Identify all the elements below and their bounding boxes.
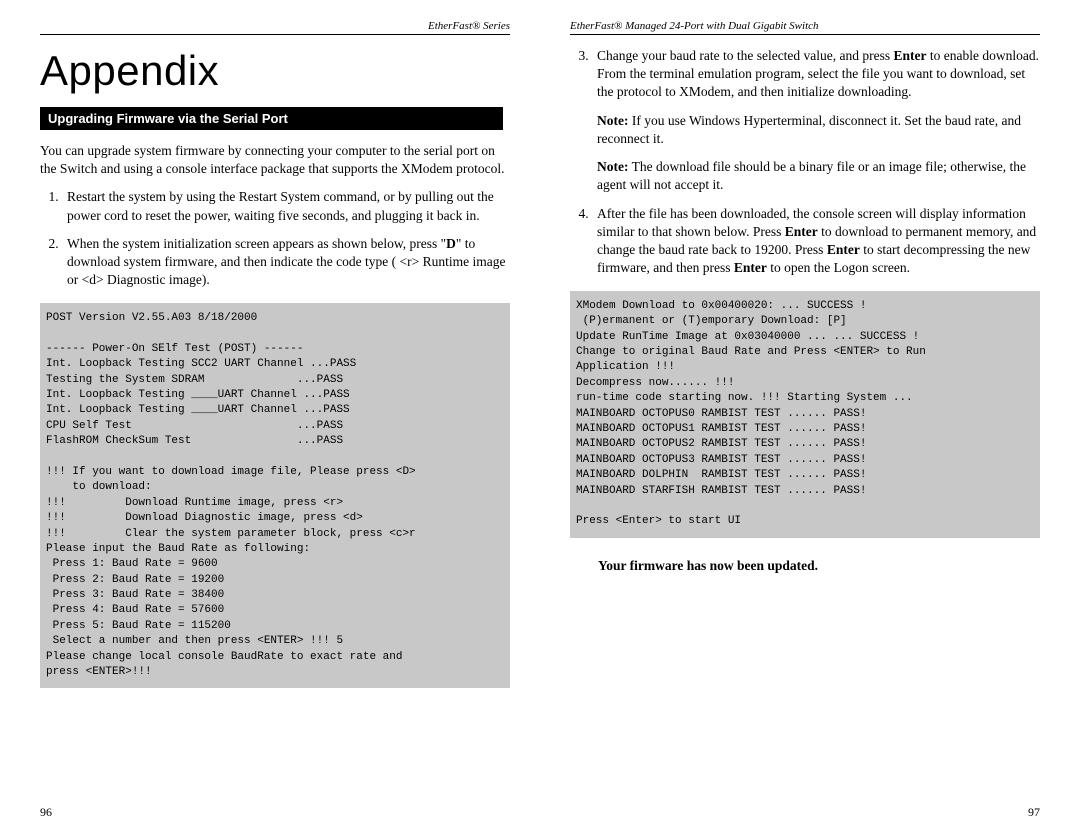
left-header-text: EtherFast® Series	[428, 20, 510, 32]
page-number-right: 97	[1028, 805, 1040, 820]
step4-enter-2: Enter	[827, 242, 860, 257]
step4-enter-3: Enter	[734, 260, 767, 275]
step3-text-a: Change your baud rate to the selected va…	[597, 48, 894, 63]
note2-label: Note:	[597, 159, 628, 174]
step-1: Restart the system by using the Restart …	[62, 188, 510, 224]
step2-text-a: When the system initialization screen ap…	[67, 236, 446, 251]
final-confirmation: Your firmware has now been updated.	[598, 558, 1040, 574]
right-header-text: EtherFast® Managed 24-Port with Dual Gig…	[570, 20, 819, 32]
note-2: Note: The download file should be a bina…	[597, 158, 1040, 194]
right-header: EtherFast® Managed 24-Port with Dual Gig…	[570, 20, 1040, 35]
step4-enter-1: Enter	[785, 224, 818, 239]
section-bar: Upgrading Firmware via the Serial Port	[40, 107, 503, 130]
step2-key-d: D	[446, 236, 456, 251]
note1-label: Note:	[597, 113, 628, 128]
steps-list-right: Change your baud rate to the selected va…	[570, 47, 1040, 277]
left-page: EtherFast® Series Appendix Upgrading Fir…	[0, 0, 540, 834]
note-1: Note: If you use Windows Hyperterminal, …	[597, 112, 1040, 148]
right-page: EtherFast® Managed 24-Port with Dual Gig…	[540, 0, 1080, 834]
step-3: Change your baud rate to the selected va…	[592, 47, 1040, 195]
page-spread: EtherFast® Series Appendix Upgrading Fir…	[0, 0, 1080, 834]
step-4: After the file has been downloaded, the …	[592, 205, 1040, 278]
note1-text: If you use Windows Hyperterminal, discon…	[597, 113, 1021, 146]
appendix-title: Appendix	[40, 47, 510, 95]
terminal-block-right: XModem Download to 0x00400020: ... SUCCE…	[570, 291, 1040, 538]
terminal-block-left: POST Version V2.55.A03 8/18/2000 ------ …	[40, 303, 510, 688]
intro-paragraph: You can upgrade system firmware by conne…	[40, 142, 510, 178]
step3-enter: Enter	[894, 48, 927, 63]
left-header: EtherFast® Series	[40, 20, 510, 35]
note2-text: The download file should be a binary fil…	[597, 159, 1026, 192]
page-number-left: 96	[40, 805, 52, 820]
steps-list-left: Restart the system by using the Restart …	[40, 188, 510, 289]
step-2: When the system initialization screen ap…	[62, 235, 510, 290]
step4-text-g: to open the Logon screen.	[767, 260, 910, 275]
